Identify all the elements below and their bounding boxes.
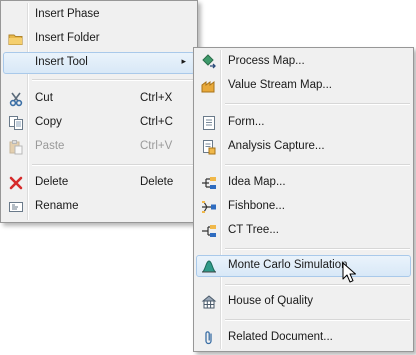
paste-icon [8, 139, 24, 155]
menu-item-label: Insert Tool [35, 56, 88, 68]
menu-item-rename[interactable]: Rename [3, 196, 195, 218]
menu-item-label: Cut [35, 92, 53, 104]
menu-item-idea-map[interactable]: Idea Map... [196, 172, 411, 194]
menu-item-form[interactable]: Form... [196, 112, 411, 134]
delete-x-icon [8, 175, 24, 191]
context-menu: Insert Phase Insert Folder Insert Tool ▸… [0, 0, 198, 223]
menu-separator [32, 79, 194, 81]
ct-tree-icon [201, 223, 217, 239]
menu-item-insert-tool[interactable]: Insert Tool ▸ [3, 52, 195, 74]
rename-icon [8, 199, 24, 215]
menu-separator [225, 319, 410, 321]
menu-separator [225, 248, 410, 250]
menu-item-label: Related Document... [228, 331, 333, 343]
menu-item-delete[interactable]: Delete Delete [3, 172, 195, 194]
menu-separator [225, 284, 410, 286]
menu-separator [225, 103, 410, 105]
analysis-capture-icon [201, 139, 217, 155]
menu-item-label: Delete [35, 176, 69, 188]
menu-item-label: CT Tree... [228, 224, 279, 236]
menu-item-shortcut: Delete [140, 176, 174, 188]
menu-item-fishbone[interactable]: Fishbone... [196, 196, 411, 218]
menu-item-insert-phase[interactable]: Insert Phase [3, 4, 195, 26]
menu-item-shortcut: Ctrl+V [140, 140, 173, 152]
menu-item-shortcut: Ctrl+C [140, 116, 173, 128]
menu-item-label: Monte Carlo Simulation [228, 259, 348, 271]
menu-item-copy[interactable]: Copy Ctrl+C [3, 112, 195, 134]
menu-item-label: Analysis Capture... [228, 140, 325, 152]
menu-item-insert-folder[interactable]: Insert Folder [3, 28, 195, 50]
mouse-cursor-icon [342, 262, 356, 284]
menu-item-label: Copy [35, 116, 62, 128]
menu-item-paste[interactable]: Paste Ctrl+V [3, 136, 195, 158]
menu-item-analysis-capture[interactable]: Analysis Capture... [196, 136, 411, 158]
menu-item-label: House of Quality [228, 295, 314, 307]
menu-item-label: Value Stream Map... [228, 79, 332, 91]
form-icon [201, 115, 217, 131]
scissors-icon [8, 91, 24, 107]
folder-icon [8, 31, 24, 47]
insert-tool-submenu: Process Map... Value Stream Map... Form.… [193, 47, 414, 352]
house-of-quality-icon [201, 294, 217, 310]
menu-item-label: Form... [228, 116, 265, 128]
menu-item-monte-carlo-simulation[interactable]: Monte Carlo Simulation [196, 255, 411, 277]
menu-item-label: Insert Phase [35, 8, 100, 20]
menu-item-label: Process Map... [228, 55, 305, 67]
copy-icon [8, 115, 24, 131]
menu-item-label: Insert Folder [35, 32, 100, 44]
menu-item-label: Idea Map... [228, 176, 286, 188]
menu-item-label: Paste [35, 140, 65, 152]
menu-item-ct-tree[interactable]: CT Tree... [196, 220, 411, 242]
menu-item-process-map[interactable]: Process Map... [196, 51, 411, 73]
paperclip-icon [201, 330, 217, 346]
menu-separator [32, 164, 194, 166]
process-map-icon [201, 54, 217, 70]
menu-separator [225, 164, 410, 166]
idea-map-icon [201, 175, 217, 191]
menu-item-shortcut: Ctrl+X [140, 92, 173, 104]
menu-item-related-document[interactable]: Related Document... [196, 327, 411, 349]
menu-item-label: Rename [35, 200, 79, 212]
menu-item-house-of-quality[interactable]: House of Quality [196, 291, 411, 313]
menu-item-cut[interactable]: Cut Ctrl+X [3, 88, 195, 110]
fishbone-icon [201, 199, 217, 215]
menu-item-value-stream-map[interactable]: Value Stream Map... [196, 75, 411, 97]
factory-icon [201, 78, 217, 94]
submenu-arrow-icon: ▸ [181, 56, 186, 66]
menu-item-label: Fishbone... [228, 200, 285, 212]
monte-carlo-icon [201, 258, 217, 274]
